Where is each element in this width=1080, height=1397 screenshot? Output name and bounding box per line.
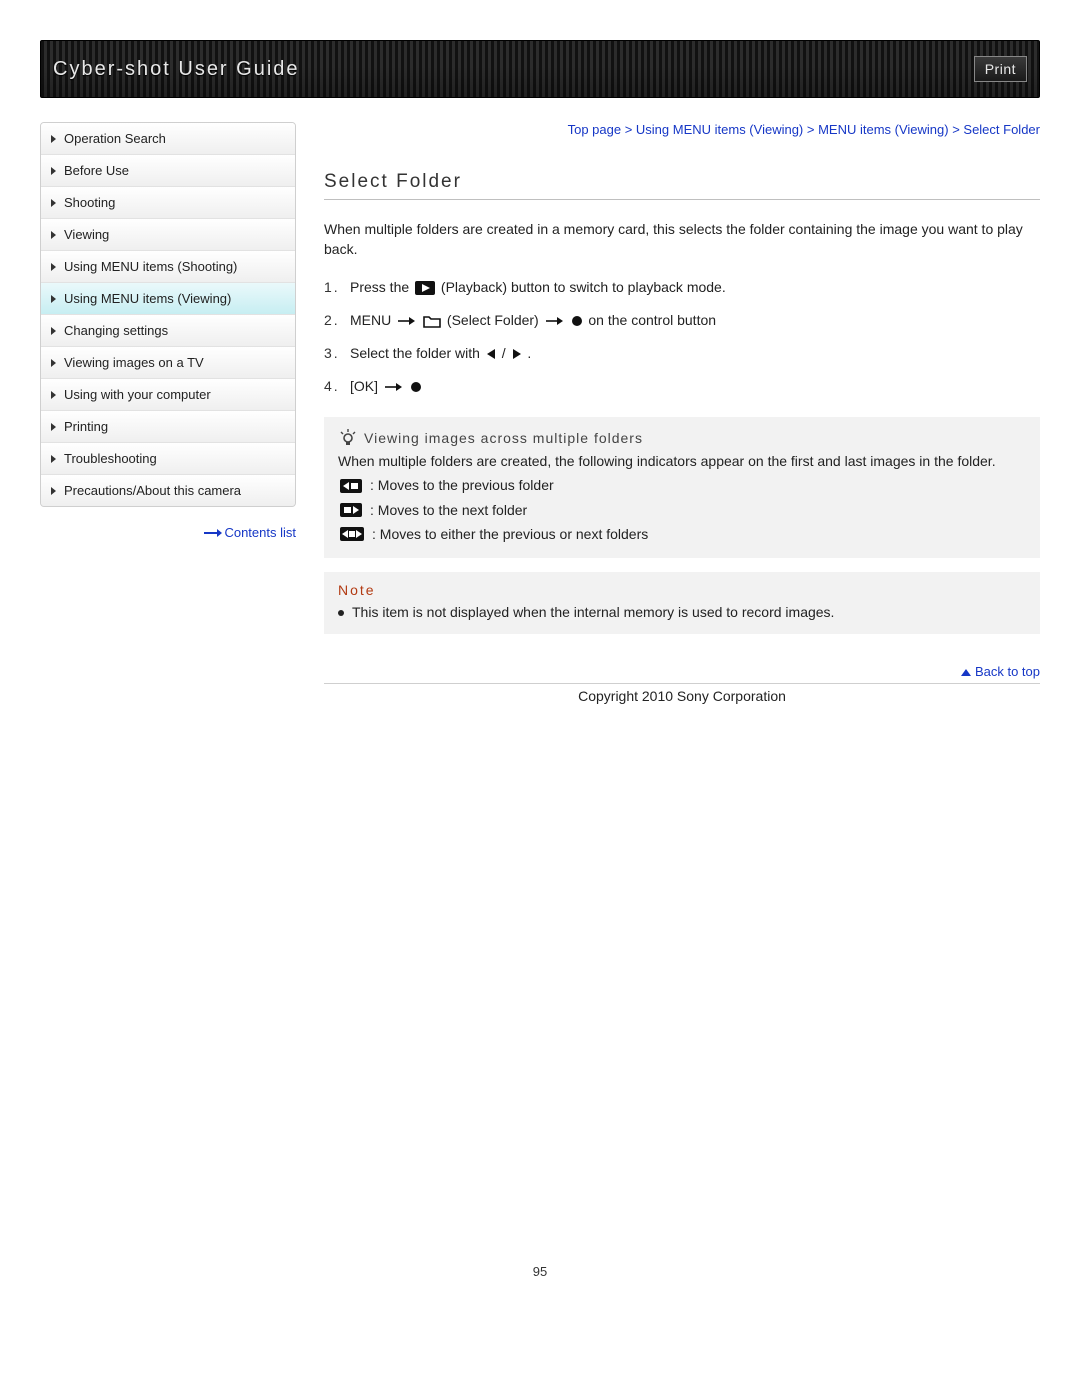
triangle-up-icon <box>961 669 971 676</box>
hint-bulb-icon <box>340 429 356 447</box>
tip-title-row: Viewing images across multiple folders <box>338 429 1026 447</box>
next-folder-icon <box>340 503 362 517</box>
back-to-top-link[interactable]: Back to top <box>324 664 1040 679</box>
tip-box: Viewing images across multiple folders W… <box>324 417 1040 558</box>
triangle-left-icon <box>486 348 496 360</box>
arrow-right-icon <box>397 316 415 326</box>
arrow-right-icon <box>204 532 218 534</box>
chevron-right-icon <box>51 199 56 207</box>
sidebar-item[interactable]: Before Use <box>41 155 295 187</box>
sidebar-item[interactable]: Using MENU items (Shooting) <box>41 251 295 283</box>
sidebar-item[interactable]: Changing settings <box>41 315 295 347</box>
tip-line-next: : Moves to the next folder <box>338 500 1026 520</box>
sidebar: Operation Search Before Use Shooting Viewin… <box>40 122 296 704</box>
sidebar-item[interactable]: Using MENU items (Viewing) <box>41 283 295 315</box>
divider <box>324 683 1040 684</box>
sidebar-item[interactable]: Shooting <box>41 187 295 219</box>
sidebar-item-label: Using with your computer <box>64 387 211 402</box>
print-button[interactable]: Print <box>974 56 1027 82</box>
chevron-right-icon <box>51 455 56 463</box>
sidebar-item-label: Printing <box>64 419 108 434</box>
sidebar-item[interactable]: Troubleshooting <box>41 443 295 475</box>
tip-line-prev: : Moves to the previous folder <box>338 475 1026 495</box>
sidebar-item[interactable]: Viewing images on a TV <box>41 347 295 379</box>
note-item: This item is not displayed when the inte… <box>338 604 1026 620</box>
tip-title: Viewing images across multiple folders <box>364 430 643 446</box>
chevron-right-icon <box>51 135 56 143</box>
step-3: Select the folder with / . <box>324 337 1040 370</box>
bullet-icon <box>338 610 344 616</box>
breadcrumb[interactable]: Top page > Using MENU items (Viewing) > … <box>324 122 1040 137</box>
sidebar-item-label: Viewing <box>64 227 109 242</box>
center-button-icon <box>410 381 422 393</box>
note-title: Note <box>338 582 1026 598</box>
arrow-right-icon <box>384 382 402 392</box>
main-content: Top page > Using MENU items (Viewing) > … <box>324 122 1040 704</box>
center-button-icon <box>571 315 583 327</box>
chevron-right-icon <box>51 295 56 303</box>
contents-list-label: Contents list <box>224 525 296 540</box>
sidebar-item-label: Using MENU items (Shooting) <box>64 259 237 274</box>
chevron-right-icon <box>51 263 56 271</box>
page-title: Select Folder <box>324 171 1040 200</box>
triangle-right-icon <box>512 348 522 360</box>
sidebar-item[interactable]: Precautions/About this camera <box>41 475 295 506</box>
sidebar-item[interactable]: Printing <box>41 411 295 443</box>
step-2: MENU (Select Folder) on the control <box>324 304 1040 337</box>
steps-list: Press the (Playback) button to switch to… <box>324 271 1040 403</box>
tip-line-both: : Moves to either the previous or next f… <box>338 524 1026 544</box>
tip-body: When multiple folders are created, the f… <box>338 451 1026 544</box>
intro-text: When multiple folders are created in a m… <box>324 220 1040 259</box>
prev-folder-icon <box>340 479 362 493</box>
chevron-right-icon <box>51 327 56 335</box>
note-box: Note This item is not displayed when the… <box>324 572 1040 634</box>
sidebar-item[interactable]: Viewing <box>41 219 295 251</box>
sidebar-item[interactable]: Operation Search <box>41 123 295 155</box>
prev-next-folder-icon <box>340 527 364 541</box>
sidebar-item-label: Viewing images on a TV <box>64 355 204 370</box>
header-title: Cyber-shot User Guide <box>53 58 300 81</box>
contents-list-link[interactable]: Contents list <box>40 525 296 540</box>
sidebar-item-label: Using MENU items (Viewing) <box>64 291 231 306</box>
step-4: [OK] <box>324 370 1040 403</box>
chevron-right-icon <box>51 231 56 239</box>
copyright: Copyright 2010 Sony Corporation <box>324 688 1040 704</box>
header-bar: Cyber-shot User Guide Print <box>40 40 1040 98</box>
sidebar-nav: Operation Search Before Use Shooting Viewin… <box>40 122 296 507</box>
chevron-right-icon <box>51 391 56 399</box>
chevron-right-icon <box>51 487 56 495</box>
step-1: Press the (Playback) button to switch to… <box>324 271 1040 304</box>
sidebar-item-label: Operation Search <box>64 131 166 146</box>
chevron-right-icon <box>51 359 56 367</box>
chevron-right-icon <box>51 423 56 431</box>
sidebar-item-label: Before Use <box>64 163 129 178</box>
chevron-right-icon <box>51 167 56 175</box>
sidebar-item-label: Precautions/About this camera <box>64 483 241 498</box>
folder-icon <box>423 314 441 328</box>
arrow-right-icon <box>545 316 563 326</box>
sidebar-item-label: Changing settings <box>64 323 168 338</box>
playback-icon <box>415 281 435 295</box>
page-number: 95 <box>40 1264 1040 1279</box>
sidebar-item-label: Shooting <box>64 195 115 210</box>
sidebar-item[interactable]: Using with your computer <box>41 379 295 411</box>
sidebar-item-label: Troubleshooting <box>64 451 157 466</box>
